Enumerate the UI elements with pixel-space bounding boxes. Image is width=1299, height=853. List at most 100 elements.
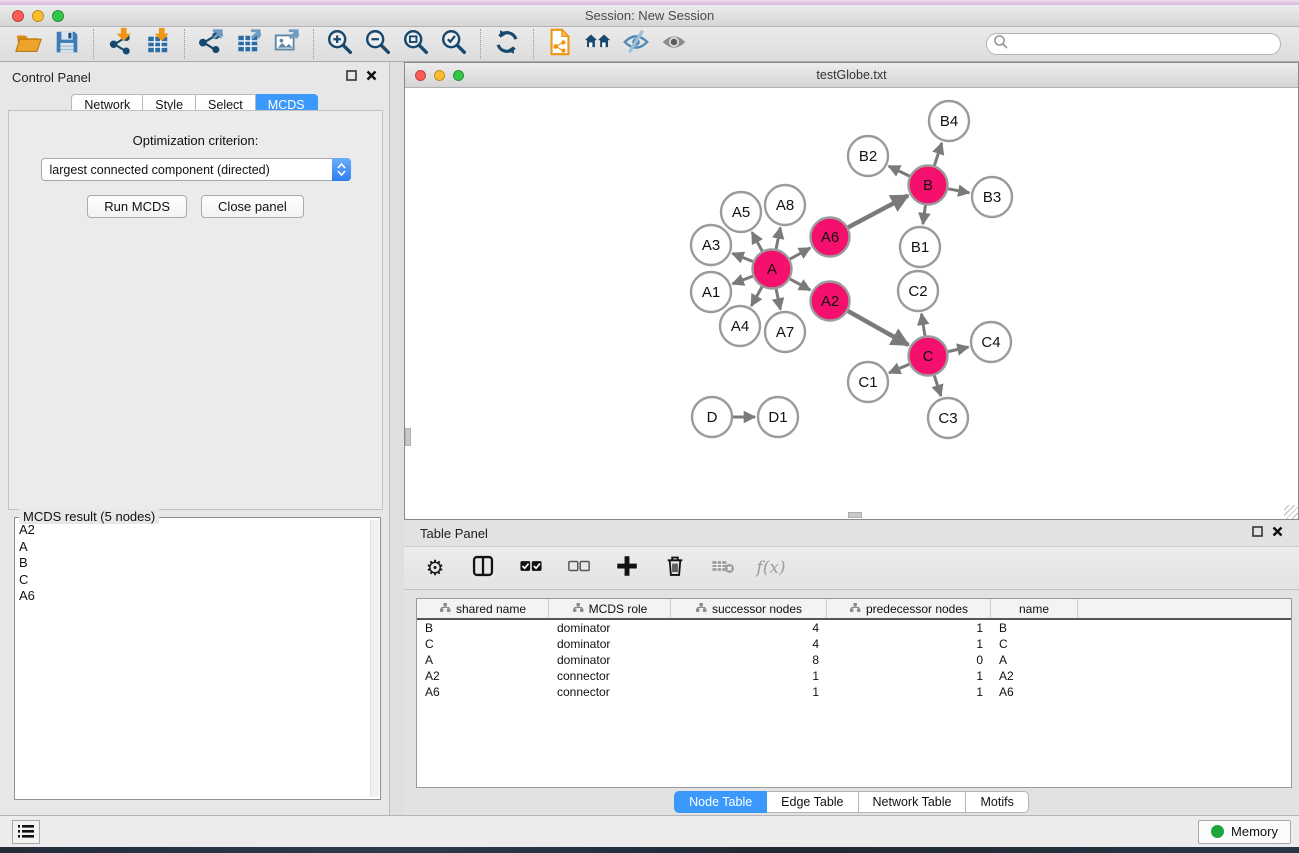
graph-edge-B-B2[interactable]: [889, 166, 910, 176]
column-header-successor-nodes[interactable]: successor nodes: [671, 599, 827, 618]
table-cell[interactable]: 1: [671, 668, 827, 684]
table-cell[interactable]: A2: [417, 668, 549, 684]
graph-node-B4[interactable]: B4: [929, 101, 969, 141]
column-header-predecessor-nodes[interactable]: predecessor nodes: [827, 599, 991, 618]
tab-edge-table[interactable]: Edge Table: [767, 791, 858, 813]
ndex-home-button[interactable]: [579, 29, 617, 59]
graph-node-D[interactable]: D: [692, 397, 732, 437]
graph-node-A8[interactable]: A8: [765, 185, 805, 225]
table-row[interactable]: Adominator80A: [417, 652, 1291, 668]
zoom-selected-button[interactable]: [435, 29, 473, 59]
graph-edge-C-C2[interactable]: [922, 314, 925, 336]
zoom-out-button[interactable]: [359, 29, 397, 59]
column-header-name[interactable]: name: [991, 599, 1078, 618]
select-all-button[interactable]: [518, 554, 544, 582]
eye-button[interactable]: [655, 29, 693, 59]
mcds-result-item[interactable]: C: [19, 572, 370, 589]
graph-edge-A-A5[interactable]: [752, 232, 762, 251]
table-cell[interactable]: 1: [827, 636, 991, 652]
mcds-result-item[interactable]: B: [19, 555, 370, 572]
table-cell[interactable]: 8: [671, 652, 827, 668]
criterion-dropdown[interactable]: largest connected component (directed): [41, 158, 351, 181]
table-cell[interactable]: 1: [827, 684, 991, 700]
deselect-all-button[interactable]: [566, 554, 592, 582]
graph-node-A2[interactable]: A2: [811, 282, 850, 321]
network-canvas[interactable]: B4B2BB3A5A8A6A3B1AA1C2A2A4A7C4CC1DD1C3: [405, 88, 1298, 519]
graph-edge-B-B3[interactable]: [948, 189, 969, 193]
table-cell[interactable]: 1: [827, 668, 991, 684]
import-table-button[interactable]: [139, 29, 177, 59]
export-table-button[interactable]: [230, 29, 268, 59]
export-network-button[interactable]: [192, 29, 230, 59]
graph-edge-A-A6[interactable]: [790, 248, 810, 259]
graph-edge-B-B1[interactable]: [923, 205, 926, 224]
task-history-button[interactable]: [12, 820, 40, 844]
graph-edge-A6-B[interactable]: [848, 196, 908, 228]
tab-network-table[interactable]: Network Table: [859, 791, 967, 813]
graph-edge-A-A7[interactable]: [776, 289, 780, 309]
table-cell[interactable]: 4: [671, 636, 827, 652]
graph-node-C2[interactable]: C2: [898, 271, 938, 311]
graph-node-A7[interactable]: A7: [765, 312, 805, 352]
graph-node-C1[interactable]: C1: [848, 362, 888, 402]
float-panel-icon[interactable]: [346, 68, 357, 86]
mcds-result-item[interactable]: A6: [19, 588, 370, 605]
graph-node-A6[interactable]: A6: [811, 218, 850, 257]
table-cell[interactable]: B: [417, 620, 549, 636]
table-cell[interactable]: A6: [991, 684, 1078, 700]
graph-node-C[interactable]: C: [909, 337, 948, 376]
search-field[interactable]: [986, 33, 1281, 55]
export-image-button[interactable]: [268, 29, 306, 59]
add-column-button[interactable]: [614, 554, 640, 582]
table-cell[interactable]: 4: [671, 620, 827, 636]
graph-edge-A-A4[interactable]: [751, 287, 762, 306]
search-input[interactable]: [1008, 37, 1280, 51]
zoom-in-button[interactable]: [321, 29, 359, 59]
mcds-result-item[interactable]: A2: [19, 522, 370, 539]
horizontal-scrollbar-thumb[interactable]: [848, 512, 862, 518]
import-network-button[interactable]: [101, 29, 139, 59]
column-header-MCDS-role[interactable]: MCDS role: [549, 599, 671, 618]
graph-edge-A-A2[interactable]: [790, 279, 810, 290]
table-cell[interactable]: A: [991, 652, 1078, 668]
graph-edge-A-A1[interactable]: [733, 276, 753, 284]
graph-edge-B-B4[interactable]: [934, 143, 941, 166]
close-panel-icon[interactable]: [366, 68, 377, 86]
graph-edge-C-C4[interactable]: [948, 347, 969, 352]
graph-node-A3[interactable]: A3: [691, 225, 731, 265]
graph-node-A1[interactable]: A1: [691, 272, 731, 312]
table-row[interactable]: Cdominator41C: [417, 636, 1291, 652]
graph-node-D1[interactable]: D1: [758, 397, 798, 437]
zoom-fit-button[interactable]: [397, 29, 435, 59]
tab-node-table[interactable]: Node Table: [674, 791, 767, 813]
memory-button[interactable]: Memory: [1198, 820, 1291, 844]
hide-eye-button[interactable]: [617, 29, 655, 59]
table-cell[interactable]: 1: [671, 684, 827, 700]
graph-edge-A-A3[interactable]: [732, 253, 753, 261]
table-row[interactable]: A2connector11A2: [417, 668, 1291, 684]
close-panel-button[interactable]: Close panel: [201, 195, 304, 218]
window-resize-grip[interactable]: [1284, 505, 1298, 519]
table-row[interactable]: A6connector11A6: [417, 684, 1291, 700]
table-cell[interactable]: A6: [417, 684, 549, 700]
mcds-result-item[interactable]: A: [19, 539, 370, 556]
graph-edge-C-C1[interactable]: [889, 364, 909, 373]
column-header-shared-name[interactable]: shared name: [417, 599, 549, 618]
result-scrollbar[interactable]: [370, 520, 379, 797]
delete-column-button[interactable]: [662, 554, 688, 582]
graph-edge-A2-C[interactable]: [848, 311, 909, 345]
graph-node-B[interactable]: B: [909, 166, 948, 205]
graph-node-B1[interactable]: B1: [900, 227, 940, 267]
settings-gear-button[interactable]: ⚙: [422, 554, 448, 582]
open-session-button[interactable]: [10, 29, 48, 59]
graph-edge-A-A8[interactable]: [776, 228, 780, 249]
graph-node-C4[interactable]: C4: [971, 322, 1011, 362]
graph-node-A[interactable]: A: [753, 250, 792, 289]
table-cell[interactable]: A2: [991, 668, 1078, 684]
table-cell[interactable]: 0: [827, 652, 991, 668]
graph-node-A5[interactable]: A5: [721, 192, 761, 232]
refresh-layout-button[interactable]: [488, 29, 526, 59]
graph-node-C3[interactable]: C3: [928, 398, 968, 438]
new-network-document-button[interactable]: [541, 29, 579, 59]
graph-edge-C-C3[interactable]: [934, 376, 941, 397]
